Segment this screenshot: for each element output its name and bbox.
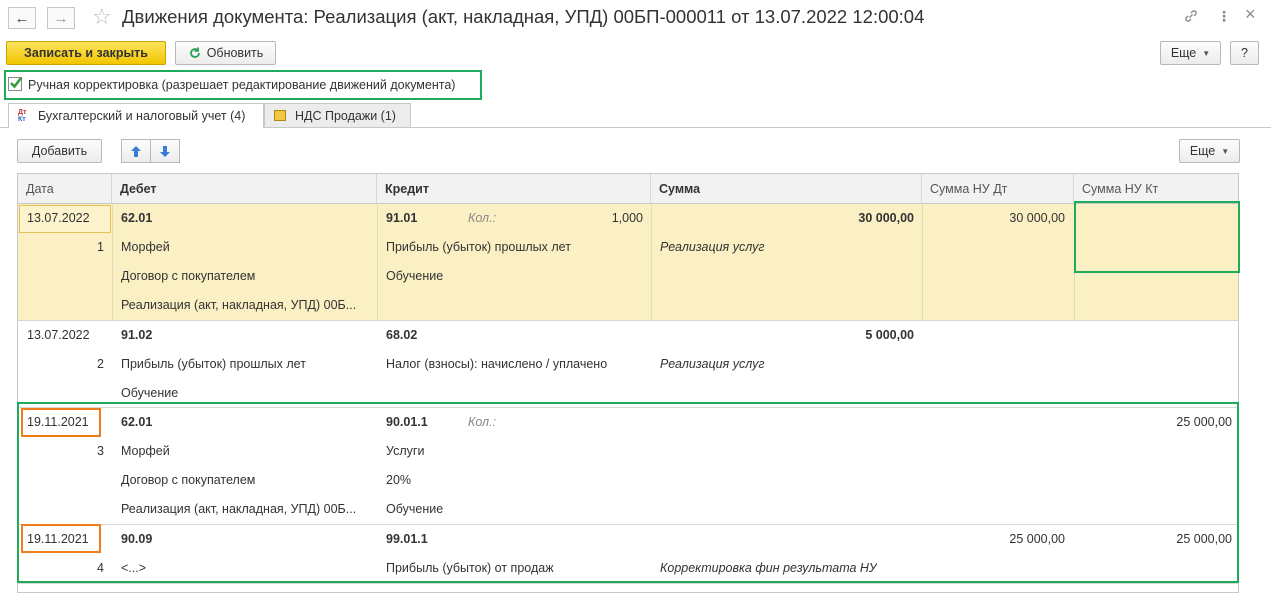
table-more-button[interactable]: Еще ▼ xyxy=(1179,139,1240,163)
column-header-sum[interactable]: Сумма xyxy=(651,174,922,204)
help-label: ? xyxy=(1241,46,1248,60)
favorite-star-icon[interactable]: ☆ xyxy=(92,4,112,30)
debit-credit-icon: Дт Кт xyxy=(18,109,27,123)
help-button[interactable]: ? xyxy=(1230,41,1259,65)
save-and-close-label: Записать и закрыть xyxy=(24,46,148,60)
correction-rows-highlight xyxy=(17,402,1239,583)
column-header-sum-nu-dt[interactable]: Сумма НУ Дт xyxy=(922,174,1074,204)
link-icon[interactable] xyxy=(1183,8,1199,27)
row1-debit-subconto-2[interactable]: Договор с покупателем xyxy=(121,262,255,291)
refresh-label: Обновить xyxy=(206,46,264,60)
row1-sum[interactable]: 30 000,00 xyxy=(651,204,914,233)
back-button[interactable]: ← xyxy=(8,7,36,29)
row2-sum[interactable]: 5 000,00 xyxy=(651,321,914,350)
tab-accounting-label: Бухгалтерский и налоговый учет (4) xyxy=(38,109,246,123)
row1-debit-subconto-3[interactable]: Реализация (акт, накладная, УПД) 00Б... xyxy=(121,291,371,320)
row2-content[interactable]: Реализация услуг xyxy=(660,350,765,379)
tab-vat-sales[interactable]: НДС Продажи (1) xyxy=(264,103,411,128)
manual-edit-label: Ручная корректировка (разрешает редактир… xyxy=(28,78,456,92)
dropdown-caret-icon: ▼ xyxy=(1221,146,1230,156)
tab-vat-sales-label: НДС Продажи (1) xyxy=(295,108,396,123)
row2-credit-account[interactable]: 68.02 xyxy=(386,321,417,350)
row1-debit-account[interactable]: 62.01 xyxy=(121,204,152,233)
row1-credit-account[interactable]: 91.01 xyxy=(386,204,417,233)
column-header-sum-nu-kt[interactable]: Сумма НУ Кт xyxy=(1074,174,1238,204)
more-button[interactable]: Еще ▼ xyxy=(1160,41,1221,65)
row4-date-highlight xyxy=(21,524,101,553)
checkmark-icon xyxy=(10,77,22,89)
row1-credit-subconto-2[interactable]: Обучение xyxy=(386,262,443,291)
add-label: Добавить xyxy=(31,144,88,158)
manual-edit-checkbox[interactable] xyxy=(8,77,22,91)
row2-debit-subconto-1[interactable]: Прибыль (убыток) прошлых лет xyxy=(121,350,306,379)
tab-accounting[interactable]: Дт Кт Бухгалтерский и налоговый учет (4) xyxy=(8,103,264,128)
arrow-down-icon xyxy=(160,145,170,157)
save-and-close-button[interactable]: Записать и закрыть xyxy=(6,41,166,65)
move-down-button[interactable] xyxy=(150,139,180,163)
row1-qty-label: Кол.: xyxy=(468,211,497,225)
column-header-date[interactable]: Дата xyxy=(18,174,112,204)
refresh-icon xyxy=(189,47,200,58)
row3-date-highlight xyxy=(21,408,101,437)
column-header-credit[interactable]: Кредит xyxy=(377,174,651,204)
row2-number: 2 xyxy=(97,357,104,371)
dropdown-caret-icon: ▼ xyxy=(1202,48,1211,58)
window-title: Движения документа: Реализация (акт, нак… xyxy=(122,6,925,27)
back-arrow-icon: ← xyxy=(14,9,30,27)
forward-arrow-icon: → xyxy=(53,9,69,27)
row1-date[interactable]: 13.07.2022 xyxy=(27,204,90,233)
close-icon[interactable]: × xyxy=(1245,4,1256,25)
row1-content[interactable]: Реализация услуг xyxy=(660,233,765,262)
row1-debit-subconto-1[interactable]: Морфей xyxy=(121,233,170,262)
row2-debit-account[interactable]: 91.02 xyxy=(121,321,152,350)
row1-sum-nu-dt[interactable]: 30 000,00 xyxy=(922,204,1065,233)
row1-qty[interactable]: 1,000 xyxy=(518,204,643,233)
move-up-button[interactable] xyxy=(121,139,151,163)
table-more-label: Еще xyxy=(1189,144,1216,158)
column-header-debit[interactable]: Дебет xyxy=(112,174,377,204)
add-button[interactable]: Добавить xyxy=(17,139,102,163)
more-actions-icon[interactable]: ⋮ xyxy=(1217,8,1231,25)
forward-button[interactable]: → xyxy=(47,7,75,29)
row1-credit-subconto-1[interactable]: Прибыль (убыток) прошлых лет xyxy=(386,233,571,262)
row2-date[interactable]: 13.07.2022 xyxy=(27,321,90,350)
row1-number: 1 xyxy=(97,240,104,254)
arrow-up-icon xyxy=(131,145,141,157)
sum-nu-kt-empty-highlight xyxy=(1074,201,1240,273)
refresh-button[interactable]: Обновить xyxy=(175,41,276,65)
more-label: Еще xyxy=(1170,46,1197,60)
row2-credit-subconto-1[interactable]: Налог (взносы): начислено / уплачено xyxy=(386,350,607,379)
register-icon xyxy=(274,110,286,121)
